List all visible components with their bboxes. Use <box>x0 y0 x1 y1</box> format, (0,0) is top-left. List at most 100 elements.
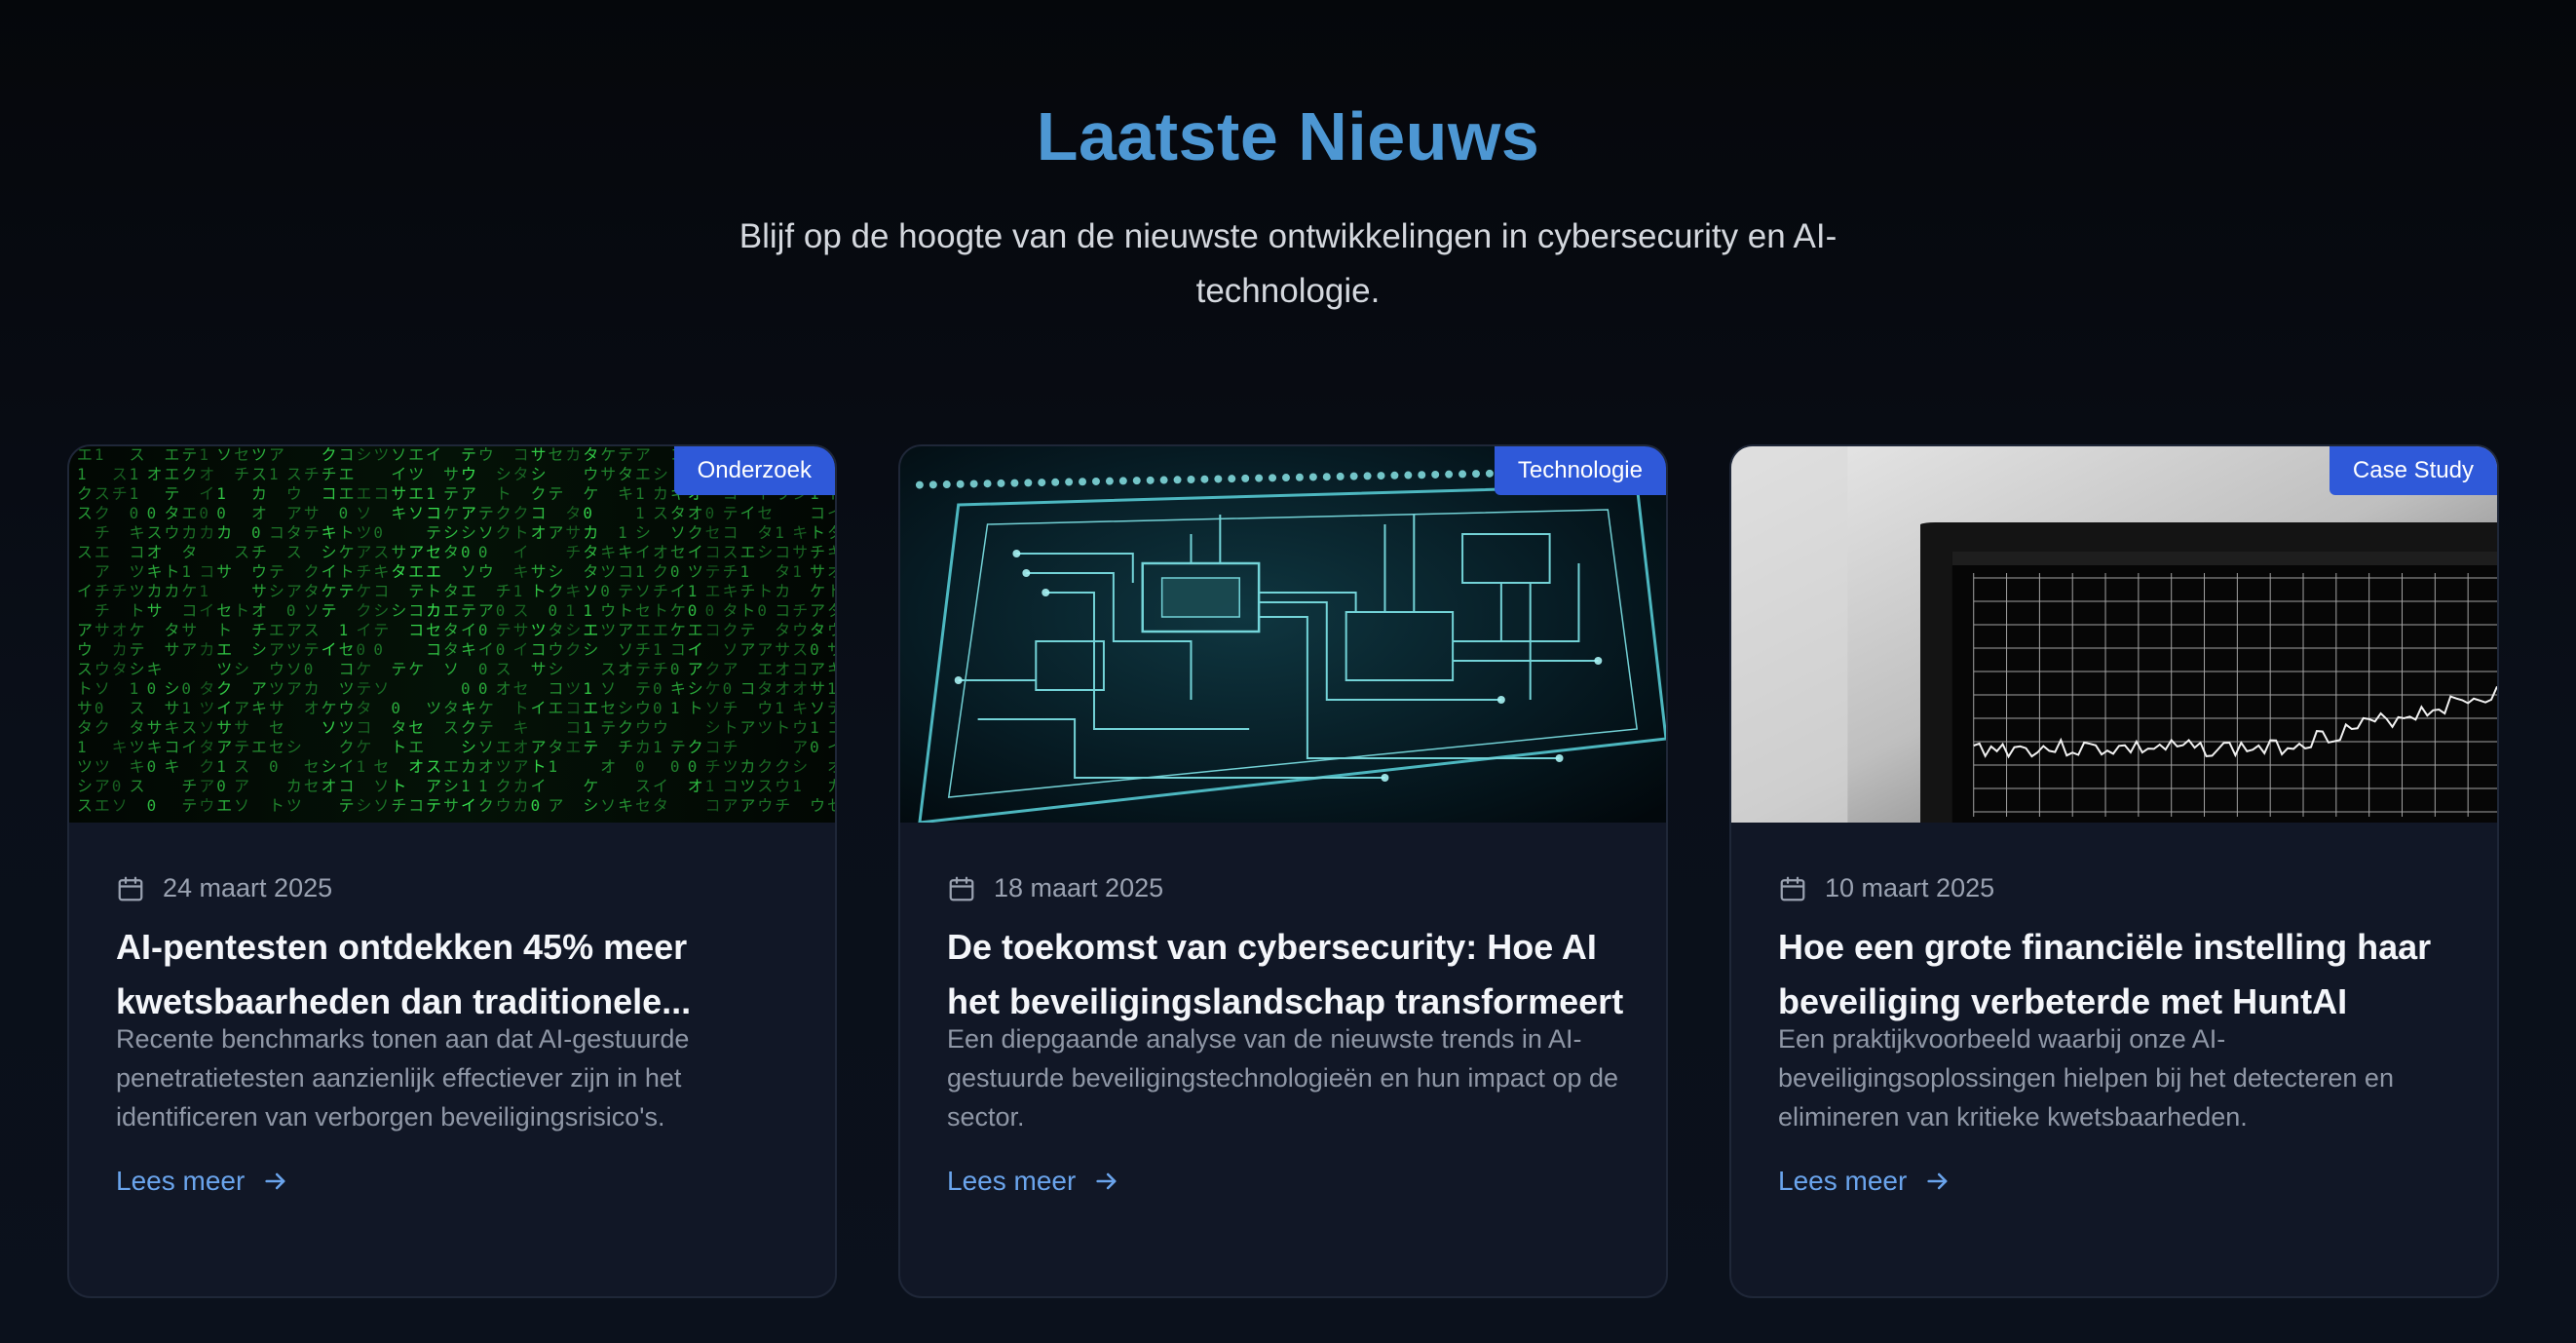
svg-text:キ: キ <box>670 679 686 698</box>
svg-text:セ: セ <box>548 446 563 464</box>
svg-text:ト: ト <box>653 601 668 620</box>
svg-text:オ: オ <box>531 523 547 542</box>
svg-text:コ: コ <box>705 543 721 561</box>
svg-text:キ: キ <box>600 543 616 561</box>
svg-text:ア: ア <box>739 718 755 737</box>
read-more-link[interactable]: Lees meer <box>1778 1166 1951 1197</box>
svg-text:ウ: ウ <box>583 465 598 483</box>
svg-text:エ: エ <box>408 484 424 503</box>
svg-text:ソ: ソ <box>304 601 320 620</box>
svg-text:チ: チ <box>304 465 320 483</box>
svg-text:キ: キ <box>391 504 406 522</box>
arrow-right-icon <box>1096 1172 1117 1190</box>
svg-text:セ: セ <box>635 796 651 815</box>
svg-text:1: 1 <box>199 446 208 464</box>
svg-text:1: 1 <box>548 757 557 776</box>
svg-text:ク: ク <box>688 523 703 542</box>
svg-text:シ: シ <box>496 465 511 483</box>
svg-text:チ: チ <box>705 757 721 776</box>
svg-text:サ: サ <box>827 640 835 659</box>
svg-text:ソ: ソ <box>286 660 302 678</box>
svg-text:0: 0 <box>478 679 488 698</box>
svg-text:ケ: ケ <box>583 484 598 503</box>
svg-text:エ: エ <box>583 621 598 639</box>
svg-text:1: 1 <box>426 484 436 503</box>
svg-text:0: 0 <box>531 796 541 815</box>
read-more-link[interactable]: Lees meer <box>116 1166 289 1197</box>
svg-text:サ: サ <box>810 679 825 698</box>
svg-text:サ: サ <box>531 660 547 678</box>
svg-text:サ: サ <box>147 601 163 620</box>
svg-text:キ: キ <box>130 757 145 776</box>
svg-text:エ: エ <box>757 660 773 678</box>
svg-text:サ: サ <box>531 562 547 581</box>
svg-text:0: 0 <box>304 660 314 678</box>
svg-text:サ: サ <box>304 504 320 522</box>
svg-text:1: 1 <box>635 562 645 581</box>
svg-text:0: 0 <box>705 504 715 522</box>
svg-text:ツ: ツ <box>339 679 355 698</box>
svg-text:イ: イ <box>216 699 232 717</box>
read-more-link[interactable]: Lees meer <box>947 1166 1120 1197</box>
svg-text:ウ: ウ <box>757 699 773 717</box>
news-card[interactable]: エ1クススイアウストサタ1ツシス1スクチエアチチサウソ0クツアエスチチオカタキ0… <box>67 444 837 1298</box>
svg-text:ス: ス <box>147 523 163 542</box>
svg-text:ア: ア <box>286 504 302 522</box>
svg-text:ア: ア <box>723 660 739 678</box>
news-card[interactable]: Case Study 10 maart 2025 Hoe een grote f… <box>1729 444 2499 1298</box>
svg-text:ア: ア <box>513 757 529 776</box>
svg-text:1: 1 <box>792 777 802 795</box>
svg-text:1: 1 <box>688 582 698 600</box>
svg-text:オ: オ <box>408 757 424 776</box>
svg-text:オ: オ <box>251 601 267 620</box>
svg-text:チ: チ <box>635 640 651 659</box>
svg-text:ス: ス <box>286 543 302 561</box>
svg-text:カ: カ <box>739 757 755 776</box>
svg-text:ウ: ウ <box>286 484 302 503</box>
svg-text:チ: チ <box>95 601 110 620</box>
svg-text:ク: ク <box>95 504 110 522</box>
svg-text:エ: エ <box>339 465 355 483</box>
article-title[interactable]: AI-pentesten ontdekken 45% meer kwetsbaa… <box>116 920 796 1029</box>
svg-text:セ: セ <box>408 718 424 737</box>
svg-text:テ: テ <box>600 718 616 737</box>
news-card[interactable]: Technologie 18 maart 2025 De toekomst va… <box>898 444 1668 1298</box>
svg-text:イ: イ <box>322 640 337 659</box>
svg-text:ス: ス <box>304 621 320 639</box>
svg-text:ス: ス <box>600 660 616 678</box>
svg-text:0: 0 <box>757 601 767 620</box>
svg-text:ソ: ソ <box>635 582 651 600</box>
article-title[interactable]: Hoe een grote financiële instelling haar… <box>1778 920 2458 1029</box>
svg-text:1: 1 <box>199 582 208 600</box>
svg-text:セ: セ <box>373 757 389 776</box>
svg-text:ソ: ソ <box>618 640 633 659</box>
svg-text:エ: エ <box>95 543 110 561</box>
svg-text:セ: セ <box>234 446 249 464</box>
svg-text:タ: タ <box>775 621 790 639</box>
svg-text:ソ: ソ <box>670 523 686 542</box>
svg-text:ス: ス <box>792 640 808 659</box>
svg-text:ア: ア <box>234 777 249 795</box>
svg-text:タ: タ <box>443 621 459 639</box>
svg-text:ス: ス <box>234 757 249 776</box>
svg-text:ソ: ソ <box>461 562 476 581</box>
arrow-right-icon <box>265 1172 285 1190</box>
svg-text:オ: オ <box>618 660 633 678</box>
svg-text:ト: ト <box>531 582 547 600</box>
svg-text:タ: タ <box>391 562 406 581</box>
svg-text:サ: サ <box>181 621 197 639</box>
svg-text:ア: ア <box>216 738 232 756</box>
svg-text:キ: キ <box>513 562 529 581</box>
svg-text:タ: タ <box>130 718 145 737</box>
svg-text:タ: タ <box>583 562 598 581</box>
svg-text:1: 1 <box>130 679 139 698</box>
svg-text:サ: サ <box>165 699 180 717</box>
svg-text:ケ: ケ <box>408 660 424 678</box>
svg-text:テ: テ <box>269 562 284 581</box>
svg-text:キ: キ <box>147 738 163 756</box>
svg-text:0: 0 <box>688 601 698 620</box>
circuit-board-image: Technologie <box>900 446 1666 823</box>
article-title[interactable]: De toekomst van cybersecurity: Hoe AI he… <box>947 920 1627 1029</box>
svg-text:テ: テ <box>130 640 145 659</box>
svg-text:ク: ク <box>775 757 790 776</box>
